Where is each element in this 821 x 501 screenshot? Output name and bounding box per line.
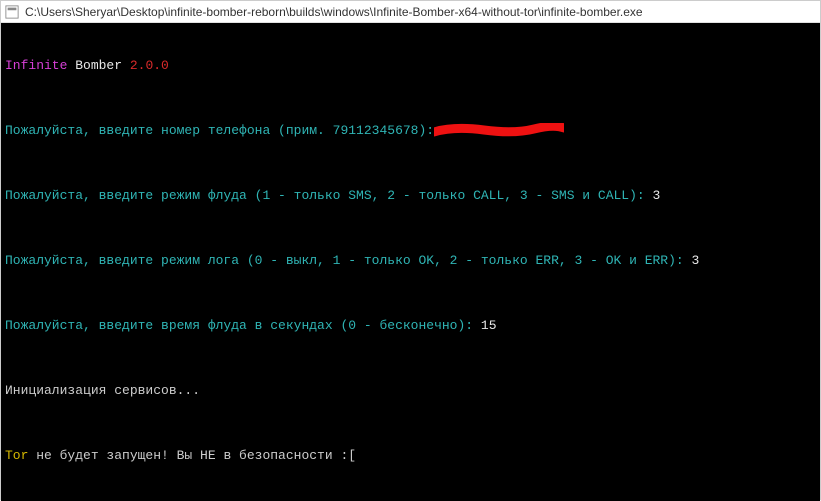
terminal-output[interactable]: Infinite Bomber 2.0.0 Пожалуйста, введит… bbox=[1, 23, 820, 501]
prompt-phone-text: Пожалуйста, введите номер телефона (прим… bbox=[5, 123, 434, 138]
status-init: Инициализация сервисов... bbox=[5, 383, 816, 399]
redacted-phone-input bbox=[434, 123, 564, 137]
log-mode-value: 3 bbox=[692, 253, 700, 268]
titlebar[interactable]: C:\Users\Sheryar\Desktop\infinite-bomber… bbox=[1, 1, 820, 23]
tor-word: Tor bbox=[5, 448, 28, 463]
prompt-phone: Пожалуйста, введите номер телефона (прим… bbox=[5, 123, 816, 139]
banner-version: 2.0.0 bbox=[130, 58, 169, 73]
window-title: C:\Users\Sheryar\Desktop\infinite-bomber… bbox=[25, 5, 643, 19]
prompt-flood-time: Пожалуйста, введите время флуда в секунд… bbox=[5, 318, 816, 334]
app-icon bbox=[5, 5, 19, 19]
prompt-log-mode: Пожалуйста, введите режим лога (0 - выкл… bbox=[5, 253, 816, 269]
app-banner: Infinite Bomber 2.0.0 bbox=[5, 58, 816, 74]
flood-mode-value: 3 bbox=[653, 188, 661, 203]
prompt-log-mode-text: Пожалуйста, введите режим лога (0 - выкл… bbox=[5, 253, 692, 268]
status-tor-line1: Tor не будет запущен! Вы НЕ в безопаснос… bbox=[5, 448, 816, 464]
banner-prefix: Infinite bbox=[5, 58, 67, 73]
app-window: C:\Users\Sheryar\Desktop\infinite-bomber… bbox=[0, 0, 821, 500]
prompt-flood-mode: Пожалуйста, введите режим флуда (1 - тол… bbox=[5, 188, 816, 204]
banner-suffix: Bomber bbox=[67, 58, 129, 73]
prompt-flood-time-text: Пожалуйста, введите время флуда в секунд… bbox=[5, 318, 481, 333]
prompt-flood-mode-text: Пожалуйста, введите режим флуда (1 - тол… bbox=[5, 188, 653, 203]
flood-time-value: 15 bbox=[481, 318, 497, 333]
tor-msg1: не будет запущен! Вы НЕ в безопасности :… bbox=[28, 448, 356, 463]
